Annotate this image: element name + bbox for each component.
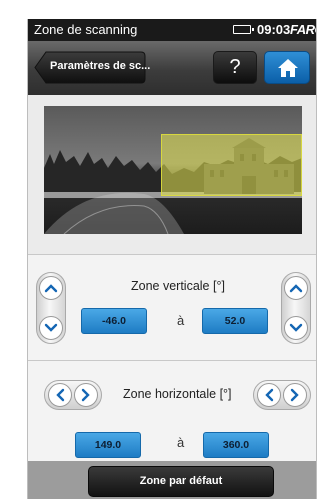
nav-bar: Paramètres de sc... ? <box>28 41 316 95</box>
vertical-to-up-button[interactable] <box>284 276 308 300</box>
brand-logo: FARO <box>290 22 316 37</box>
vertical-zone-section: Zone verticale [°] -46.0 à 52.0 <box>28 255 316 361</box>
chevron-right-icon <box>81 388 90 402</box>
vertical-from-value[interactable]: -46.0 <box>81 308 147 334</box>
horizontal-zone-label: Zone horizontale [°] <box>123 387 232 401</box>
home-button[interactable] <box>264 51 310 84</box>
vertical-zone-label: Zone verticale [°] <box>131 279 225 293</box>
horizontal-to-left-button[interactable] <box>257 383 281 407</box>
home-icon <box>278 59 298 77</box>
back-button[interactable]: Paramètres de sc... <box>34 51 150 84</box>
vertical-from-up-button[interactable] <box>39 276 63 300</box>
panorama-image <box>44 106 302 234</box>
default-zone-button[interactable]: Zone par défaut <box>88 466 274 497</box>
horizontal-from-right-button[interactable] <box>74 383 98 407</box>
back-button-label: Paramètres de sc... <box>50 60 151 72</box>
vertical-to-down-button[interactable] <box>284 316 308 340</box>
vertical-from-stepper <box>36 272 66 344</box>
battery-icon <box>233 25 254 34</box>
chevron-down-icon <box>44 323 58 332</box>
scan-zone-overlay[interactable] <box>161 134 302 196</box>
vertical-to-value[interactable]: 52.0 <box>202 308 268 334</box>
screen-title: Zone de scanning <box>34 22 138 37</box>
horizontal-to-stepper <box>253 380 311 410</box>
chevron-right-icon <box>290 388 299 402</box>
vertical-to-stepper <box>281 272 311 344</box>
chevron-left-icon <box>56 388 65 402</box>
horizontal-from-left-button[interactable] <box>48 383 72 407</box>
help-button[interactable]: ? <box>213 51 257 84</box>
horizontal-to-value[interactable]: 360.0 <box>203 432 269 458</box>
chevron-down-icon <box>289 323 303 332</box>
horizontal-zone-section: Zone horizontale [°] 149.0 à 360.0 <box>28 361 316 461</box>
horizontal-from-stepper <box>44 380 102 410</box>
horizontal-separator: à <box>177 435 185 450</box>
vertical-separator: à <box>177 313 185 328</box>
footer-bar: Zone par défaut <box>28 461 316 499</box>
chevron-up-icon <box>289 284 303 293</box>
panorama-panel <box>28 95 316 255</box>
horizontal-from-value[interactable]: 149.0 <box>75 432 141 458</box>
device-screen: Zone de scanning 09:03 FARO Paramètres d… <box>27 19 317 499</box>
vertical-from-down-button[interactable] <box>39 316 63 340</box>
chevron-left-icon <box>265 388 274 402</box>
chevron-up-icon <box>44 284 58 293</box>
status-bar: Zone de scanning 09:03 FARO <box>28 19 316 41</box>
horizontal-to-right-button[interactable] <box>283 383 307 407</box>
status-time: 09:03 <box>257 22 291 37</box>
